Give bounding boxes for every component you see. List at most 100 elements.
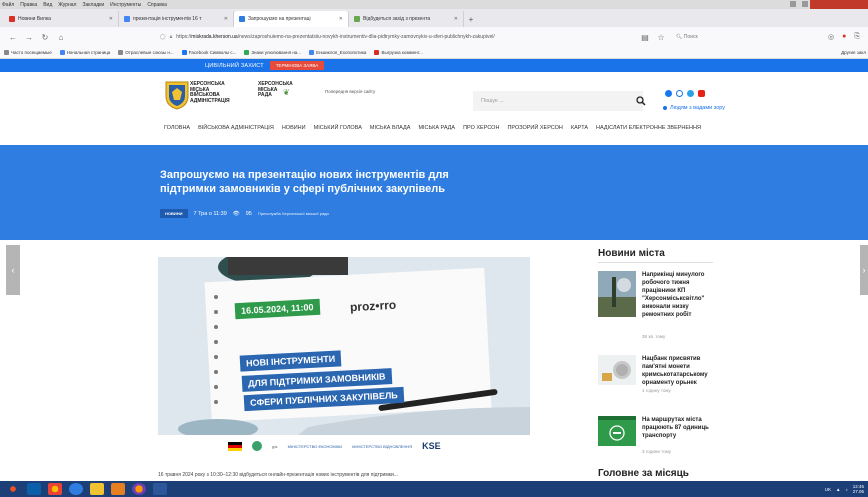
minimize-icon[interactable]: [790, 1, 796, 7]
nav-item[interactable]: ПРОЗОРИЙ ХЕРСОН: [507, 125, 562, 131]
word-icon[interactable]: [153, 483, 167, 495]
bookmarks-bar: Часто посещаемые Начальная страница Отрасл…: [0, 47, 868, 59]
urgent-statement-button[interactable]: ТЕРМІНОВА ЗАЯВА: [269, 61, 325, 70]
close-tab-icon[interactable]: ✕: [339, 16, 343, 22]
lock-icon: 🔒︎: [169, 34, 173, 40]
menu-item[interactable]: Справка: [147, 2, 167, 8]
coat-of-arms-logo[interactable]: [164, 80, 190, 110]
close-tab-icon[interactable]: ✕: [109, 16, 113, 22]
close-window-button[interactable]: [810, 0, 868, 9]
ie-icon[interactable]: [69, 483, 83, 495]
article-body: 16 травня 2024 року з 10:30–12:30 відбуд…: [158, 472, 398, 478]
bookmark-item[interactable]: Еншиклоп_Ехопопотика: [309, 50, 366, 55]
site-search-input[interactable]: Пошук ...: [473, 91, 643, 111]
media-icon[interactable]: [111, 483, 125, 495]
city-news-heading: Новини міста: [598, 248, 665, 259]
search-icon[interactable]: [636, 96, 646, 106]
bookmark-item[interactable]: Знаки улюлювання на...: [244, 50, 301, 55]
menu-item[interactable]: Правка: [20, 2, 37, 8]
bookmark-item[interactable]: Выгрузка коммент...: [374, 50, 423, 55]
mva-logo-text[interactable]: ХЕРСОНСЬКА МІСЬКА ВІЙСЬКОВА АДМІНІСТРАЦІ…: [190, 81, 230, 104]
civil-defense-link[interactable]: ЦИВІЛЬНИЙ ЗАХИСТ: [205, 63, 264, 69]
start-button-icon[interactable]: [6, 483, 20, 495]
network-icon[interactable]: ▲: [836, 487, 840, 492]
bookmark-item[interactable]: Отраслевые союзы н...: [118, 50, 174, 55]
menu-item[interactable]: Инструменты: [110, 2, 141, 8]
menu-item[interactable]: Файл: [2, 2, 14, 8]
forward-icon[interactable]: →: [24, 33, 34, 42]
nav-item[interactable]: НАДІСЛАТИ ЕЛЕКТРОННЕ ЗВЕРНЕННЯ: [596, 125, 701, 131]
ministry-restoration-logo: МІНІСТЕРСТВО ВІДНОВЛЕННЯ: [352, 443, 413, 449]
taskbar-app-icon[interactable]: [27, 483, 41, 495]
chrome-icon[interactable]: [48, 483, 62, 495]
bookmark-icon: [244, 50, 250, 55]
pocket-icon[interactable]: ◎: [828, 33, 834, 41]
bookmark-icon: [181, 50, 187, 55]
other-bookmarks[interactable]: Другие закл: [841, 50, 866, 55]
tab-label: Запрошуємо на презентаці: [248, 16, 311, 22]
bookmark-item[interactable]: Начальная страница: [59, 50, 110, 55]
close-tab-icon[interactable]: ✕: [454, 16, 458, 22]
clock[interactable]: 12:45 27.05: [853, 484, 864, 494]
bookmark-icon: [309, 50, 315, 55]
news-item[interactable]: Наприкінці минулого робочого тижня праці…: [598, 271, 718, 351]
image-brand: proz•rro: [349, 297, 397, 315]
language-indicator[interactable]: UK: [825, 487, 831, 492]
reader-icon[interactable]: ▤: [640, 33, 650, 42]
instagram-icon[interactable]: [676, 90, 683, 97]
menu-item[interactable]: Закладки: [82, 2, 104, 8]
bookmark-item[interactable]: Facebook Символы с...: [181, 50, 236, 55]
ministry-economy-logo: МІНІСТЕРСТВО ЕКОНОМІКИ: [287, 443, 343, 449]
category-badge[interactable]: НОВИНИ: [160, 209, 188, 218]
nav-item[interactable]: ГОЛОВНА: [164, 125, 190, 131]
explorer-icon[interactable]: [90, 483, 104, 495]
favicon-icon: [239, 16, 245, 22]
menu-item[interactable]: Вид: [43, 2, 52, 8]
new-tab-button[interactable]: +: [464, 11, 478, 27]
browser-tab[interactable]: презентація інструментів 16 т ✕: [119, 11, 234, 27]
firefox-icon[interactable]: [132, 483, 146, 495]
news-item[interactable]: На маршрутах міста працюють 87 одиниць т…: [598, 416, 718, 461]
browser-tab[interactable]: Відбудеться захід з презента ✕: [349, 11, 464, 27]
divider: [598, 262, 713, 263]
prev-article-arrow[interactable]: ‹: [6, 245, 20, 295]
maximize-icon[interactable]: [802, 1, 808, 7]
bookmark-label: Знаки улюлювання на...: [251, 50, 302, 55]
news-headline[interactable]: Наприкінці минулого робочого тижня праці…: [642, 271, 720, 319]
browser-tab[interactable]: Запрошуємо на презентаці ✕: [234, 11, 349, 27]
library-icon[interactable]: ⎘: [854, 33, 860, 41]
home-icon[interactable]: ⌂: [56, 33, 66, 42]
address-bar[interactable]: ◯ 🔒︎ https://miskrada.kherson.ua/news/za…: [72, 31, 634, 44]
favicon-icon: [124, 16, 130, 22]
bookmark-item[interactable]: Часто посещаемые: [4, 50, 52, 55]
menu-item[interactable]: Журнал: [58, 2, 76, 8]
browser-tab[interactable]: Новини Вилка ✕: [4, 11, 119, 27]
browser-search-input[interactable]: 🔍︎ Поиск: [672, 31, 822, 43]
giz-logo: giz: [272, 443, 278, 449]
nav-item[interactable]: КАРТА: [571, 125, 588, 131]
nav-item[interactable]: НОВИНИ: [282, 125, 306, 131]
facebook-icon[interactable]: [665, 90, 672, 97]
news-headline[interactable]: Нацбанк присвятив пам'ятні монети кримсь…: [642, 355, 720, 387]
tab-bar: Новини Вилка ✕ презентація інструментів 16…: [0, 9, 868, 27]
reload-icon[interactable]: ↻: [40, 33, 50, 42]
next-article-arrow[interactable]: ›: [860, 245, 868, 295]
nav-item[interactable]: ПРО ХЕРСОН: [463, 125, 499, 131]
nav-item[interactable]: ВІЙСЬКОВА АДМІНІСТРАЦІЯ: [198, 125, 274, 131]
volume-icon[interactable]: ♪: [845, 487, 847, 492]
extension-icon[interactable]: ●: [842, 33, 846, 41]
telegram-icon[interactable]: [687, 90, 694, 97]
news-item[interactable]: Нацбанк присвятив пам'ятні монети кримсь…: [598, 355, 718, 400]
accessibility-link[interactable]: Людям з вадами зору: [663, 105, 725, 111]
month-highlights-heading: Головне за місяць: [598, 468, 689, 479]
nav-item[interactable]: МІСЬКА ВЛАДА: [370, 125, 411, 131]
nav-item[interactable]: МІСЬКА РАДА: [418, 125, 455, 131]
bookmark-star-icon[interactable]: ☆: [656, 33, 666, 42]
back-icon[interactable]: ←: [8, 33, 18, 42]
news-headline[interactable]: На маршрутах міста працюють 87 одиниць т…: [642, 416, 720, 440]
close-tab-icon[interactable]: ✕: [224, 16, 228, 22]
previous-version-link[interactable]: Попередня версія сайту: [325, 89, 375, 94]
main-navigation: ГОЛОВНА ВІЙСЬКОВА АДМІНІСТРАЦІЯ НОВИНИ МІСЬ…: [164, 125, 701, 131]
nav-item[interactable]: МІСЬКИЙ ГОЛОВА: [314, 125, 362, 131]
youtube-icon[interactable]: [698, 90, 705, 97]
